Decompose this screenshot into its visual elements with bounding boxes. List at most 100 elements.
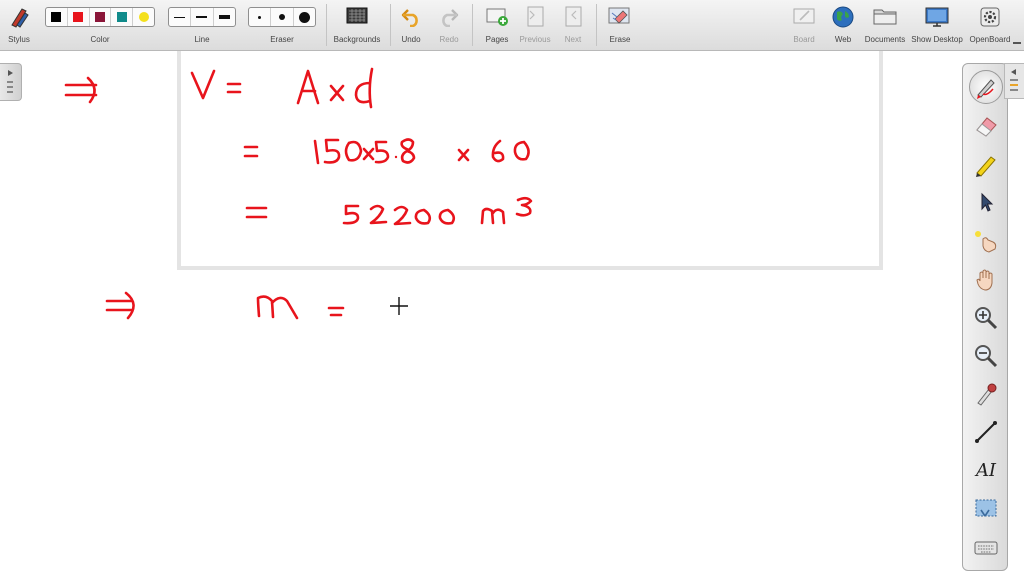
right-panel-toggle[interactable] xyxy=(1004,63,1024,99)
eraser-size-group: Eraser xyxy=(248,0,316,50)
ink-line-mass xyxy=(256,295,345,320)
screen-capture-icon xyxy=(975,499,997,517)
board-icon xyxy=(793,8,815,24)
color-black[interactable] xyxy=(46,8,68,26)
stylus-button[interactable]: Stylus xyxy=(2,0,36,50)
eraser-size-selector xyxy=(248,7,316,27)
previous-page-icon xyxy=(527,6,544,27)
highlighter-tool[interactable] xyxy=(969,148,1003,182)
hand-tool[interactable] xyxy=(969,263,1003,297)
keyboard-tool[interactable] xyxy=(969,531,1003,565)
eraser-large[interactable] xyxy=(294,8,315,26)
next-page-button[interactable]: Next xyxy=(556,0,590,50)
backgrounds-icon xyxy=(346,7,368,24)
screen-capture-tool[interactable] xyxy=(969,492,1003,526)
toolbar-divider xyxy=(326,4,327,46)
toolbar-divider xyxy=(390,4,391,46)
line-thick[interactable] xyxy=(214,8,235,26)
ink-line-product xyxy=(243,138,530,165)
zoom-in-icon xyxy=(975,307,998,330)
previous-page-button[interactable]: Previous xyxy=(516,0,554,50)
openboard-menu-button[interactable]: OpenBoard xyxy=(966,0,1014,50)
toolbar-divider xyxy=(472,4,473,46)
eraser-tool[interactable] xyxy=(969,109,1003,143)
next-label: Next xyxy=(564,35,582,44)
previous-label: Previous xyxy=(519,35,551,44)
line-group: Line xyxy=(168,0,236,50)
color-group: Color xyxy=(44,0,156,50)
zoom-in-tool[interactable] xyxy=(969,301,1003,335)
stylus-label: Stylus xyxy=(8,35,30,44)
erase-all-button[interactable]: Erase xyxy=(604,0,636,50)
color-teal[interactable] xyxy=(111,8,134,26)
eraser-medium[interactable] xyxy=(271,8,294,26)
globe-icon xyxy=(832,6,854,28)
show-desktop-button[interactable]: Show Desktop xyxy=(910,0,964,50)
line-icon xyxy=(975,421,997,443)
pen-tool[interactable] xyxy=(969,70,1003,104)
minimize-button[interactable] xyxy=(1013,42,1021,44)
text-icon: AI xyxy=(975,459,997,481)
tool-palette: AI xyxy=(962,63,1008,571)
laser-pointer-tool[interactable] xyxy=(969,224,1003,258)
show-desktop-label: Show Desktop xyxy=(911,35,963,44)
implies-arrow-1 xyxy=(64,76,98,104)
documents-button[interactable]: Documents xyxy=(862,0,908,50)
board-label: Board xyxy=(793,35,815,44)
color-maroon[interactable] xyxy=(90,8,112,26)
pages-label: Pages xyxy=(485,35,509,44)
color-yellow[interactable] xyxy=(133,8,154,26)
ink-line-result xyxy=(245,196,533,226)
highlighter-icon xyxy=(976,156,996,177)
line-tool[interactable] xyxy=(969,415,1003,449)
eraser-small[interactable] xyxy=(249,8,272,26)
next-page-icon xyxy=(565,6,582,27)
selector-tool[interactable] xyxy=(969,185,1003,219)
add-page-icon xyxy=(486,8,508,26)
undo-icon xyxy=(401,9,418,27)
pages-button[interactable]: Pages xyxy=(480,0,514,50)
erase-label: Erase xyxy=(609,35,631,44)
whiteboard-canvas[interactable] xyxy=(0,51,1024,576)
line-medium[interactable] xyxy=(191,8,214,26)
pen-icon xyxy=(977,79,995,99)
web-label: Web xyxy=(834,35,852,44)
redo-label: Redo xyxy=(439,35,459,44)
gear-icon xyxy=(980,7,1000,27)
folder-icon xyxy=(873,9,897,25)
line-width-selector xyxy=(168,7,236,27)
color-red[interactable] xyxy=(68,8,90,26)
redo-icon xyxy=(442,9,459,27)
stylus-icon xyxy=(11,8,29,28)
undo-button[interactable]: Undo xyxy=(396,0,426,50)
color-label: Color xyxy=(90,35,110,44)
left-panel-toggle[interactable] xyxy=(0,63,22,101)
text-tool[interactable]: AI xyxy=(969,453,1003,487)
crosshair-cursor-icon xyxy=(390,297,408,315)
backgrounds-label: Backgrounds xyxy=(333,35,381,44)
collapse-arrow-icon xyxy=(1010,69,1018,91)
eraser-label: Eraser xyxy=(270,35,294,44)
monitor-icon xyxy=(925,7,949,27)
capture-tool[interactable] xyxy=(969,377,1003,411)
eraser-icon xyxy=(976,117,997,137)
main-toolbar: Stylus Color Line Eraser Backgrounds Und… xyxy=(0,0,1024,51)
board-button[interactable]: Board xyxy=(788,0,820,50)
hand-icon xyxy=(976,269,993,291)
zoom-out-tool[interactable] xyxy=(969,339,1003,373)
selector-icon xyxy=(981,192,994,212)
undo-label: Undo xyxy=(401,35,421,44)
web-button[interactable]: Web xyxy=(828,0,858,50)
line-label: Line xyxy=(194,35,210,44)
backgrounds-button[interactable]: Backgrounds xyxy=(330,0,384,50)
handwritten-ink xyxy=(64,67,533,320)
color-selector xyxy=(45,7,155,27)
ink-line-v-equals xyxy=(190,67,374,109)
documents-label: Documents xyxy=(864,35,906,44)
redo-button[interactable]: Redo xyxy=(434,0,464,50)
keyboard-icon xyxy=(974,541,998,555)
expand-arrow-icon xyxy=(7,70,13,93)
line-thin[interactable] xyxy=(169,8,192,26)
capture-icon xyxy=(977,383,997,406)
openboard-label: OpenBoard xyxy=(969,35,1011,44)
